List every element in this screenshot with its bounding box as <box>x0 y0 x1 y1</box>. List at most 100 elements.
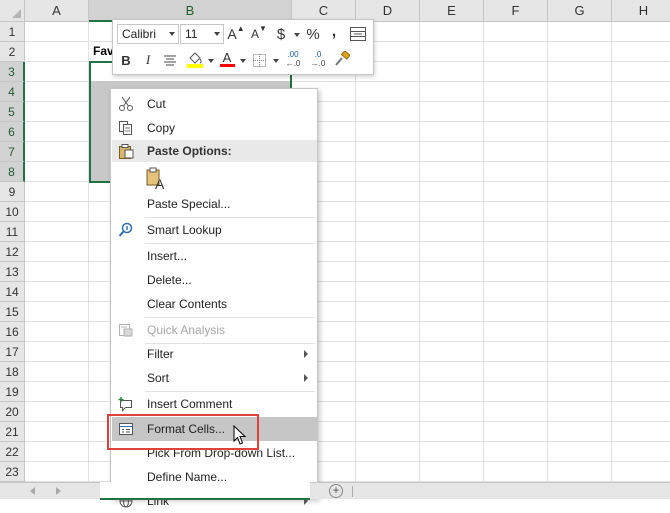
chevron-right-icon <box>304 374 308 382</box>
scroll-right-icon[interactable] <box>56 487 61 495</box>
menu-item-quick-analysis: Quick Analysis <box>112 318 317 342</box>
merge-center-button[interactable] <box>349 24 367 44</box>
add-sheet-button[interactable]: + <box>329 484 343 498</box>
row-header-5[interactable]: 5 <box>0 102 25 122</box>
chevron-down-icon[interactable] <box>240 59 246 63</box>
menu-label-filter: Filter <box>147 347 174 361</box>
menu-item-cut[interactable]: Cut <box>112 92 317 116</box>
bold-icon: B <box>121 52 131 68</box>
menu-label-delete: Delete... <box>147 273 192 287</box>
chevron-down-icon <box>214 32 220 36</box>
currency-icon: $ <box>276 25 286 43</box>
increase-font-size-button[interactable]: A ▲ <box>227 24 244 44</box>
grid-vline <box>547 22 548 482</box>
row-header-21[interactable]: 21 <box>0 422 25 442</box>
font-size-box[interactable]: 11 <box>180 24 224 44</box>
row-header-6[interactable]: 6 <box>0 122 25 142</box>
comma-style-button[interactable]: , <box>328 22 340 42</box>
mouse-cursor-icon <box>233 425 247 445</box>
format-painter-button[interactable] <box>333 49 351 69</box>
column-header-a[interactable]: A <box>25 0 89 22</box>
menu-label-sort: Sort <box>147 371 170 385</box>
menu-item-smart-lookup[interactable]: Smart Lookup <box>112 218 317 242</box>
grid-vline <box>483 22 484 482</box>
percent-style-button[interactable]: % <box>305 24 321 44</box>
accounting-format-button[interactable]: $ <box>274 24 288 44</box>
plus-icon: + <box>332 483 340 497</box>
borders-icon <box>252 53 266 67</box>
paste-clipboard-icon: A <box>146 167 165 191</box>
row-header-2[interactable]: 2 <box>0 42 25 62</box>
tab-divider <box>352 486 353 497</box>
font-color-button[interactable]: A <box>219 49 235 69</box>
italic-button[interactable]: I <box>141 50 155 70</box>
row-header-15[interactable]: 15 <box>0 302 25 322</box>
menu-item-filter[interactable]: Filter <box>112 342 317 366</box>
decrease-font-icon: A <box>251 27 260 41</box>
menu-item-clear-contents[interactable]: Clear Contents <box>112 292 317 316</box>
comma-icon: , <box>331 23 337 40</box>
column-header-f[interactable]: F <box>484 0 548 22</box>
decrease-font-size-button[interactable]: A ▼ <box>251 24 267 44</box>
row-header-18[interactable]: 18 <box>0 362 25 382</box>
menu-label-copy: Copy <box>147 121 176 135</box>
row-header-22[interactable]: 22 <box>0 442 25 462</box>
font-color-icon: A <box>222 50 232 65</box>
row-header-16[interactable]: 16 <box>0 322 25 342</box>
borders-button[interactable] <box>251 50 267 70</box>
paste-option-keep-source[interactable]: A <box>143 166 173 192</box>
increase-decimal-button[interactable]: .00 ←.0 <box>283 49 303 69</box>
chevron-down-icon[interactable] <box>208 59 214 63</box>
column-header-h[interactable]: H <box>612 0 670 22</box>
menu-label-cut: Cut <box>147 97 166 111</box>
row-header-4[interactable]: 4 <box>0 82 25 102</box>
sheet-tab-active[interactable] <box>100 482 310 500</box>
menu-label-smart-lookup: Smart Lookup <box>147 223 222 237</box>
row-header-23[interactable]: 23 <box>0 462 25 482</box>
grid-vline <box>419 22 420 482</box>
row-header-17[interactable]: 17 <box>0 342 25 362</box>
row-header-11[interactable]: 11 <box>0 222 25 242</box>
row-header-3[interactable]: 3 <box>0 62 25 82</box>
decrease-decimal-button[interactable]: .0 →.0 <box>308 49 328 69</box>
scroll-left-icon[interactable] <box>30 487 35 495</box>
font-name-box[interactable]: Calibri <box>117 24 179 44</box>
row-header-12[interactable]: 12 <box>0 242 25 262</box>
menu-item-copy[interactable]: Copy <box>112 116 317 140</box>
row-header-14[interactable]: 14 <box>0 282 25 302</box>
row-header-13[interactable]: 13 <box>0 262 25 282</box>
row-header-19[interactable]: 19 <box>0 382 25 402</box>
sheet-tabs-bar: + <box>0 482 670 500</box>
chevron-down-icon[interactable] <box>294 33 300 37</box>
select-all-corner[interactable] <box>0 0 25 22</box>
column-header-g[interactable]: G <box>548 0 612 22</box>
menu-item-insert-comment[interactable]: Insert Comment <box>112 392 317 416</box>
align-center-button[interactable] <box>162 50 178 70</box>
search-icon <box>118 222 133 237</box>
row-header-1[interactable]: 1 <box>0 22 25 42</box>
menu-item-insert[interactable]: Insert... <box>112 244 317 268</box>
menu-item-paste-special[interactable]: Paste Special... <box>112 192 317 216</box>
column-header-e[interactable]: E <box>420 0 484 22</box>
row-header-8[interactable]: 8 <box>0 162 25 182</box>
mini-toolbar: Calibri 11 A ▲ A ▼ $ % , B I A .00 ←.0 .… <box>112 19 374 75</box>
row-header-7[interactable]: 7 <box>0 142 25 162</box>
row-header-10[interactable]: 10 <box>0 202 25 222</box>
chevron-down-icon[interactable] <box>273 59 279 63</box>
percent-icon: % <box>306 25 320 43</box>
row-header-9[interactable]: 9 <box>0 182 25 202</box>
fill-color-button[interactable] <box>186 49 204 69</box>
decrease-decimal-icon: .0 <box>314 50 322 59</box>
scissors-icon <box>119 96 133 111</box>
row-header-20[interactable]: 20 <box>0 402 25 422</box>
menu-item-sort[interactable]: Sort <box>112 366 317 390</box>
grid-vline <box>611 22 612 482</box>
quick-analysis-icon <box>119 324 133 337</box>
bold-button[interactable]: B <box>119 50 133 70</box>
increase-decimal-icon: .00 <box>287 50 299 59</box>
cell-b2-text: Fav <box>93 44 114 58</box>
menu-label-quick-analysis: Quick Analysis <box>147 323 226 337</box>
clipboard-icon <box>119 144 134 159</box>
menu-item-delete[interactable]: Delete... <box>112 268 317 292</box>
italic-icon: I <box>145 52 151 67</box>
